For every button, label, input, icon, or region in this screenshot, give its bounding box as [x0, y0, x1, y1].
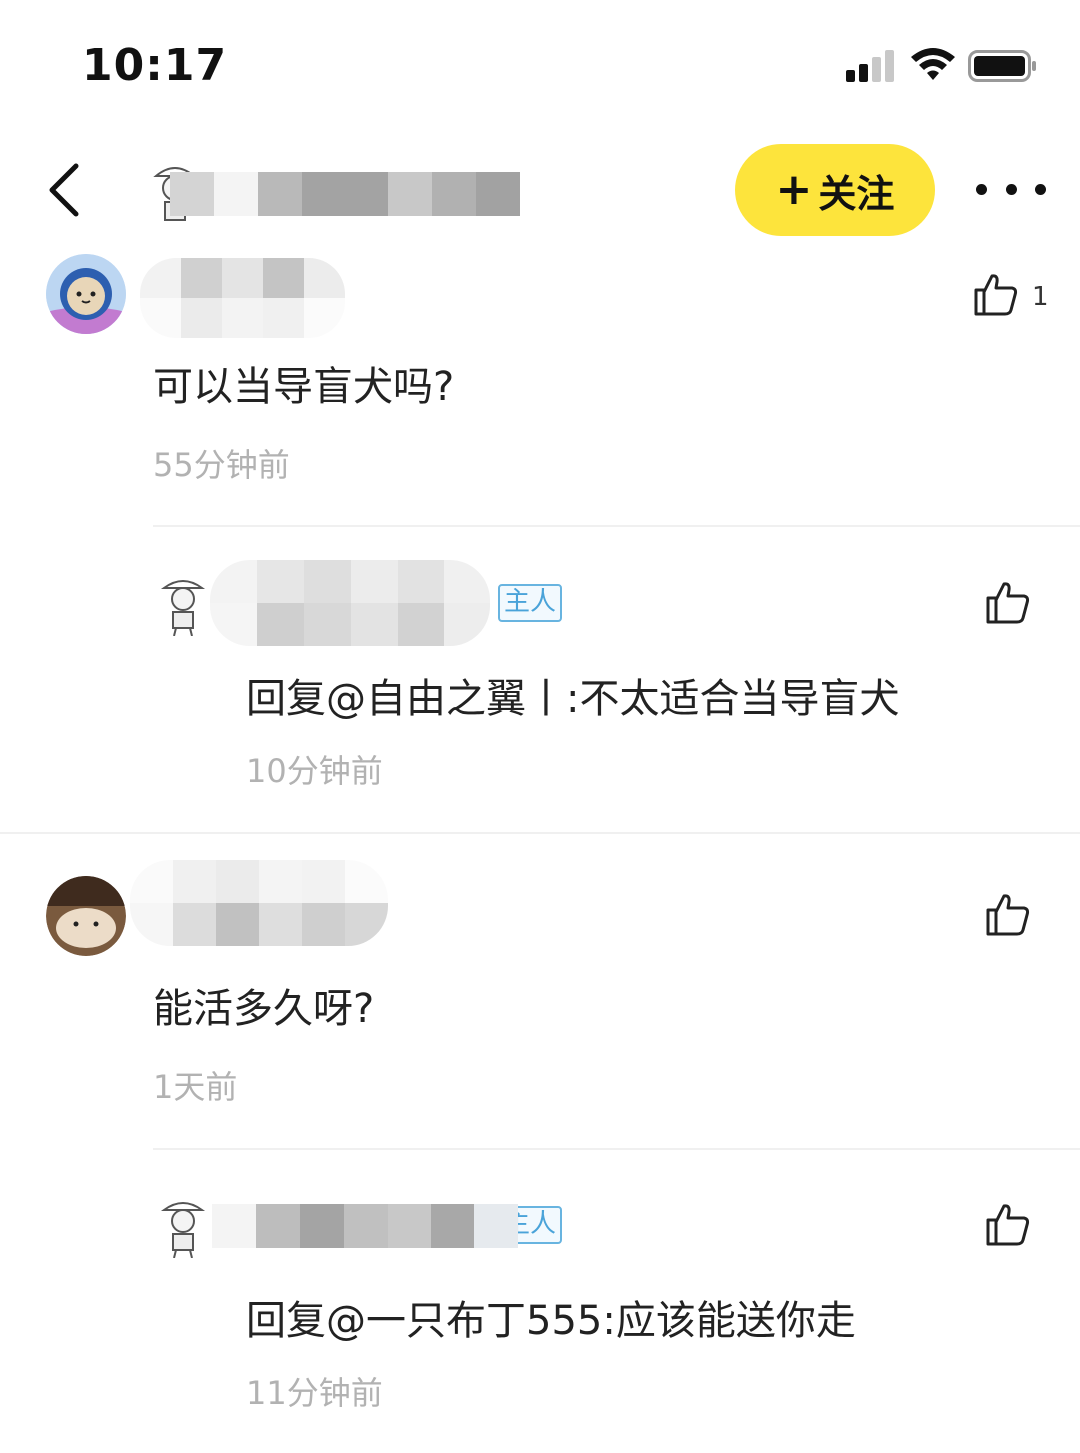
- avatar[interactable]: [46, 876, 126, 956]
- thumbs-up-icon[interactable]: [984, 890, 1032, 938]
- thumbs-up-icon[interactable]: [972, 270, 1020, 318]
- hamster-avatar-icon: [46, 876, 126, 956]
- reply-time: 10分钟前: [246, 752, 383, 790]
- reply-text[interactable]: 回复@一只布丁555:应该能送你走: [246, 1288, 856, 1346]
- cat-avatar-icon: [46, 254, 126, 334]
- thumbs-up-icon[interactable]: [984, 1200, 1032, 1248]
- avatar[interactable]: [46, 254, 126, 334]
- like-count: 1: [1032, 282, 1049, 312]
- divider: [153, 1148, 1080, 1150]
- status-bar: 10:17: [0, 0, 1080, 120]
- status-time: 10:17: [82, 40, 228, 91]
- host-name-blurred: [212, 1204, 518, 1248]
- thumbs-up-icon[interactable]: [984, 578, 1032, 626]
- back-arrow-icon[interactable]: [40, 160, 90, 220]
- signal-icon: [846, 50, 898, 82]
- reply-time: 11分钟前: [246, 1374, 383, 1412]
- more-dots-icon[interactable]: [976, 174, 1046, 204]
- comment-text[interactable]: 能活多久呀?: [153, 976, 374, 1034]
- avatar[interactable]: [158, 574, 208, 636]
- avatar[interactable]: [158, 1196, 208, 1258]
- battery-icon: [968, 50, 1036, 82]
- reply-text[interactable]: 回复@自由之翼丨:不太适合当导盲犬: [246, 666, 899, 724]
- comment-text[interactable]: 可以当导盲犬吗?: [153, 354, 454, 412]
- follow-button[interactable]: + 关注: [735, 144, 935, 236]
- comment-time: 1天前: [153, 1068, 238, 1106]
- comment-time: 55分钟前: [153, 446, 290, 484]
- wifi-icon: [911, 48, 955, 80]
- divider: [0, 832, 1080, 834]
- author-name-blurred: [170, 172, 520, 216]
- header-bar: + 关注: [0, 130, 1080, 250]
- divider: [153, 525, 1080, 527]
- follow-label: 关注: [818, 171, 895, 216]
- host-badge: 主人: [498, 584, 563, 622]
- username-blurred: [140, 258, 345, 338]
- username-blurred: [130, 860, 388, 946]
- host-name-blurred: [210, 560, 490, 646]
- plus-icon: +: [775, 164, 813, 215]
